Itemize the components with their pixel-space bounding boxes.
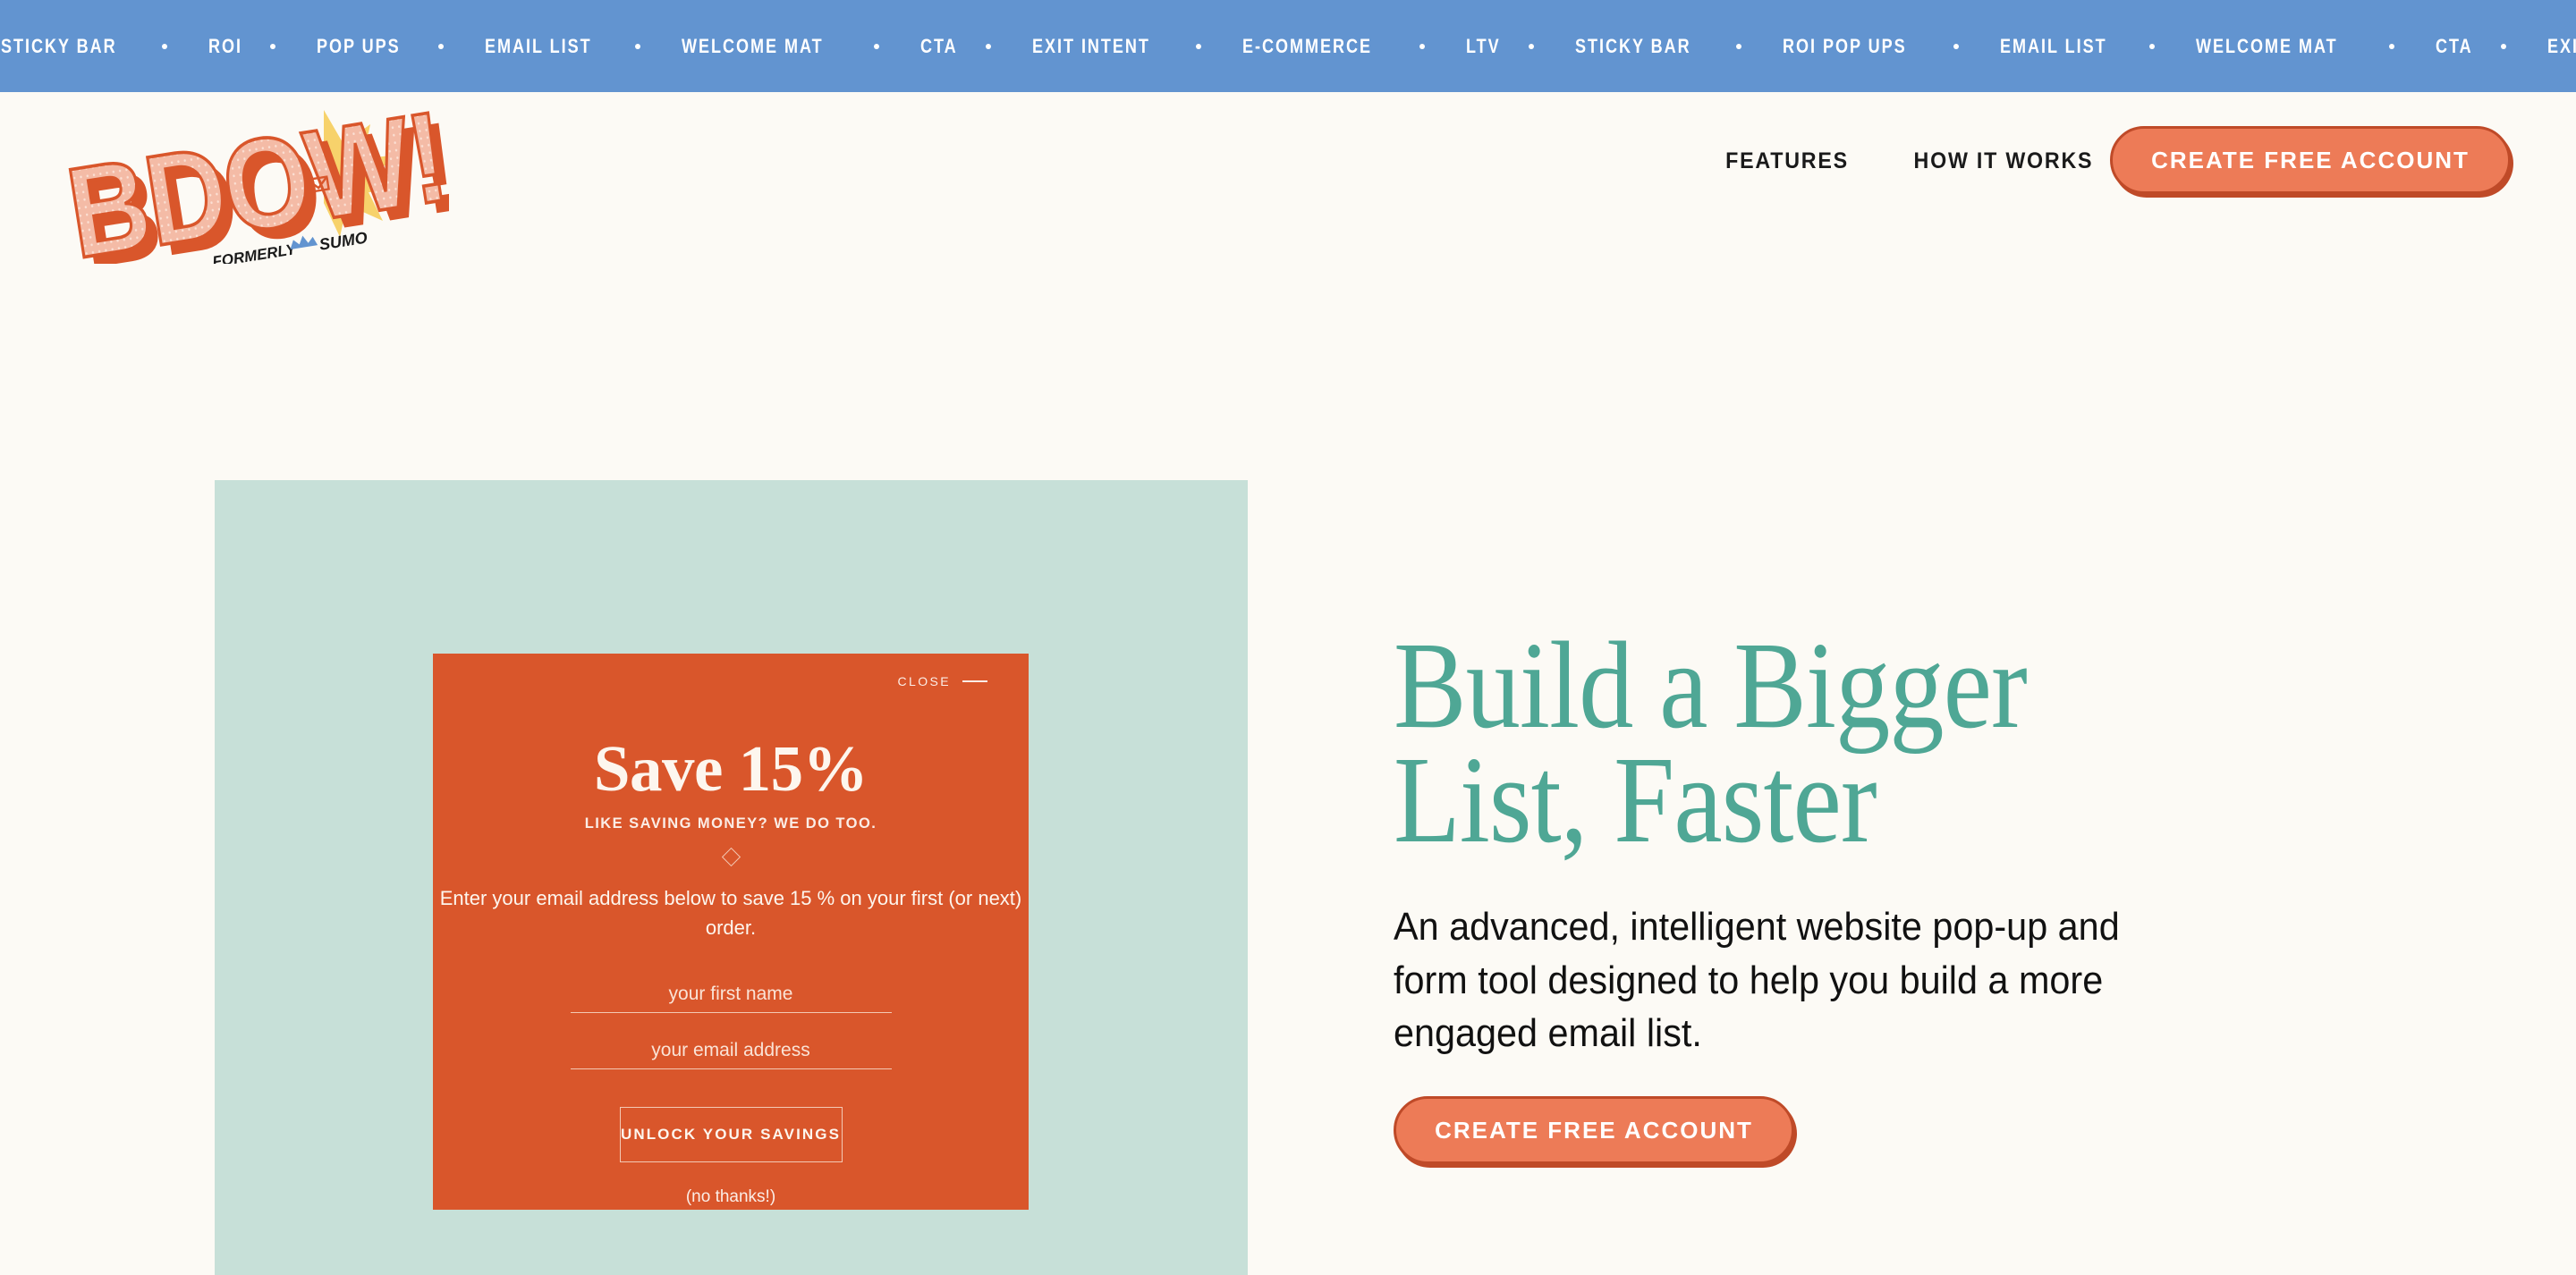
hero-copy: Build a Bigger List, Faster An advanced,… bbox=[1394, 617, 2404, 1165]
ticker-separator-dot-icon bbox=[1195, 43, 1201, 49]
site-header: BDOW! BDOW! FORMERLY SUMO FEATURES HOW I… bbox=[0, 85, 2576, 264]
page-title: Build a Bigger List, Faster bbox=[1394, 617, 2404, 869]
ticker-item: CTA bbox=[919, 34, 958, 57]
hero-title-line-2: List, Faster bbox=[1394, 730, 1877, 869]
diamond-ornament-icon bbox=[721, 847, 741, 867]
ticker-item: WELCOME MAT bbox=[681, 34, 824, 57]
ticker-separator-dot-icon bbox=[873, 43, 879, 49]
ticker-separator-dot-icon bbox=[162, 43, 168, 49]
popup-first-name-input[interactable]: your first name bbox=[570, 984, 892, 1013]
nav-item-how-it-works[interactable]: HOW IT WORKS bbox=[1914, 139, 2094, 183]
hero-title-line-1: Build a Bigger bbox=[1394, 617, 2028, 755]
ticker-item: WELCOME MAT bbox=[2196, 34, 2339, 57]
ticker-item: EXIT INTENT bbox=[1031, 34, 1150, 57]
popup-close-label: CLOSE bbox=[897, 674, 951, 688]
ticker-item: STICKY BAR bbox=[1, 34, 117, 57]
popup-decline-link[interactable]: (no thanks!) bbox=[433, 1187, 1029, 1207]
hero-create-free-account-button[interactable]: CREATE FREE ACCOUNT bbox=[1394, 1096, 1794, 1165]
header-create-free-account-button[interactable]: CREATE FREE ACCOUNT bbox=[2110, 126, 2511, 194]
ticker-item: EMAIL LIST bbox=[484, 34, 592, 57]
ticker-item: CTA bbox=[2435, 34, 2473, 57]
ticker-separator-dot-icon bbox=[1735, 43, 1741, 49]
ticker-separator-dot-icon bbox=[2149, 43, 2156, 49]
hero-section: CLOSE Save 15% LIKE SAVING MONEY? WE DO … bbox=[0, 231, 2576, 1275]
ticker-item: ROI POP UPS bbox=[1782, 34, 1907, 57]
ticker-separator-dot-icon bbox=[269, 43, 275, 49]
popup-close-button[interactable]: CLOSE bbox=[898, 674, 987, 688]
popup-subheadline: LIKE SAVING MONEY? WE DO TOO. bbox=[584, 815, 877, 832]
ticker-item: EXIT INTENT bbox=[2546, 34, 2576, 57]
ticker-separator-dot-icon bbox=[985, 43, 991, 49]
popup-preview-card: CLOSE Save 15% LIKE SAVING MONEY? WE DO … bbox=[433, 654, 1029, 1210]
ticker-track: LTV STICKY BAR ROI POP UPS EMAIL LIST WELCOME… bbox=[0, 35, 2576, 58]
ticker-separator-dot-icon bbox=[1953, 43, 1959, 49]
ticker-separator-dot-icon bbox=[2388, 43, 2394, 49]
ticker-separator-dot-icon bbox=[634, 43, 640, 49]
ticker-item: STICKY BAR bbox=[1574, 34, 1691, 57]
popup-email-input[interactable]: your email address bbox=[570, 1040, 892, 1069]
close-dash-icon bbox=[962, 680, 987, 682]
ticker-item: ROI bbox=[208, 34, 243, 57]
ticker-separator-dot-icon bbox=[1419, 43, 1426, 49]
ticker-separator-dot-icon bbox=[1528, 43, 1534, 49]
hero-description: An advanced, intelligent website pop-up … bbox=[1394, 904, 2120, 1056]
popup-first-name-placeholder: your first name bbox=[668, 984, 793, 1004]
ticker-item: E-COMMERCE bbox=[1241, 34, 1372, 57]
popup-content: Save 15% LIKE SAVING MONEY? WE DO TOO. E… bbox=[433, 736, 1029, 1207]
nav-item-features[interactable]: FEATURES bbox=[1725, 139, 1849, 183]
promo-ticker-bar: LTV STICKY BAR ROI POP UPS EMAIL LIST WELCOME… bbox=[0, 0, 2576, 92]
ticker-separator-dot-icon bbox=[437, 43, 444, 49]
popup-submit-button[interactable]: UNLOCK YOUR SAVINGS bbox=[619, 1107, 843, 1162]
popup-email-placeholder: your email address bbox=[651, 1040, 810, 1060]
ticker-separator-dot-icon bbox=[2500, 43, 2506, 49]
ticker-item: EMAIL LIST bbox=[1999, 34, 2107, 57]
ticker-item: LTV bbox=[1466, 34, 1502, 57]
ticker-item: POP UPS bbox=[316, 34, 401, 57]
popup-body-text: Enter your email address below to save 1… bbox=[439, 887, 1022, 939]
popup-headline: Save 15% bbox=[593, 732, 869, 805]
